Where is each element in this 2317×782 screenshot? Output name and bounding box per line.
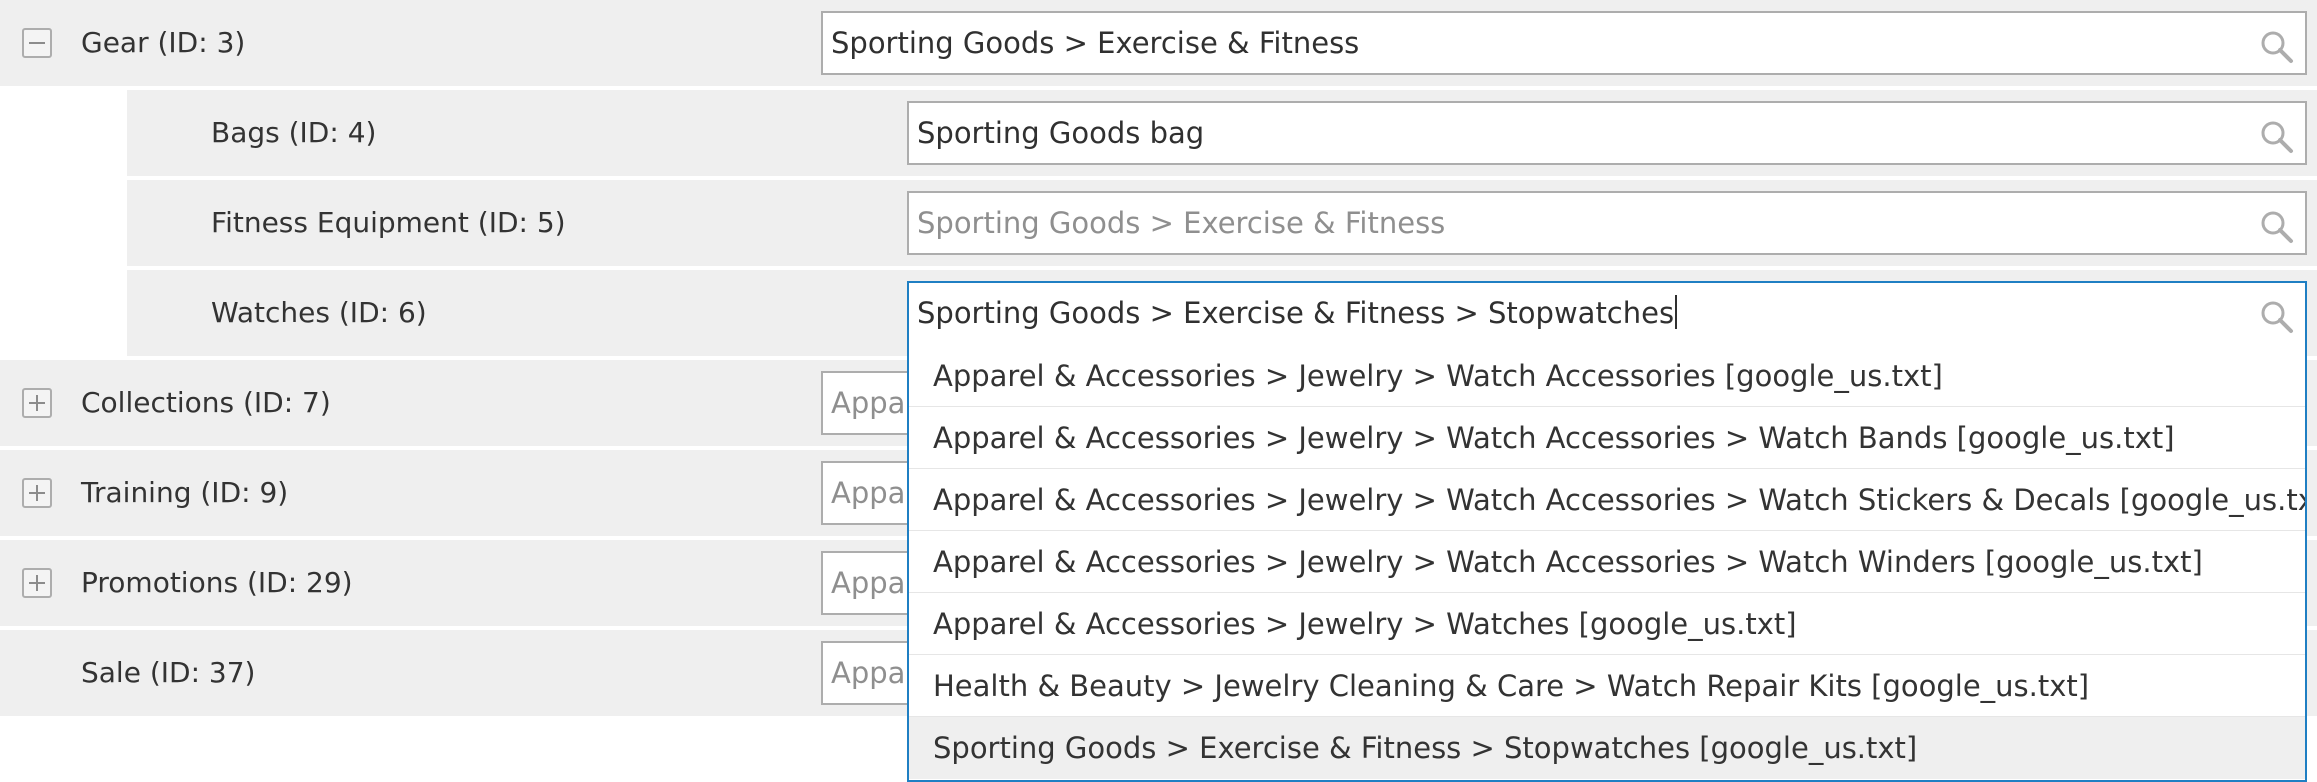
expand-toggle-icon[interactable]: [22, 388, 52, 418]
autocomplete-dropdown: Apparel & Accessories > Jewelry > Watch …: [907, 345, 2307, 782]
suggestion-item[interactable]: Apparel & Accessories > Jewelry > Watch …: [909, 469, 2305, 531]
category-label: Promotions (ID: 29): [81, 566, 353, 599]
expand-toggle-icon[interactable]: [22, 478, 52, 508]
input-placeholder: Sporting Goods > Exercise & Fitness: [917, 206, 1446, 240]
suggestion-item-highlighted[interactable]: Sporting Goods > Exercise & Fitness > St…: [909, 717, 2305, 779]
category-row-gear: Gear (ID: 3) Sporting Goods > Exercise &…: [0, 0, 2317, 90]
category-row-fitness-equipment: Fitness Equipment (ID: 5) Sporting Goods…: [127, 180, 2317, 270]
category-mapping-input[interactable]: Sporting Goods > Exercise & Fitness: [821, 11, 2307, 75]
search-icon[interactable]: [2259, 29, 2295, 65]
search-icon[interactable]: [2259, 119, 2295, 155]
category-label: Gear (ID: 3): [81, 26, 246, 59]
input-value: Sporting Goods > Exercise & Fitness: [831, 26, 1360, 60]
category-mapping-input-focused[interactable]: Sporting Goods > Exercise & Fitness > St…: [907, 281, 2307, 347]
search-icon[interactable]: [2259, 299, 2295, 335]
search-icon[interactable]: [2259, 209, 2295, 245]
suggestion-item[interactable]: Apparel & Accessories > Jewelry > Watch …: [909, 407, 2305, 469]
category-label: Sale (ID: 37): [81, 656, 256, 689]
category-row-bags: Bags (ID: 4) Sporting Goods bag: [127, 90, 2317, 180]
category-label: Watches (ID: 6): [211, 296, 427, 329]
collapse-toggle-icon[interactable]: [22, 28, 52, 58]
typed-text: Sporting Goods > Exercise & Fitness > St…: [917, 296, 1675, 330]
text-caret: [1675, 295, 1678, 329]
expand-toggle-icon[interactable]: [22, 568, 52, 598]
suggestion-item[interactable]: Apparel & Accessories > Jewelry > Watch …: [909, 531, 2305, 593]
category-label: Collections (ID: 7): [81, 386, 331, 419]
suggestion-item[interactable]: Apparel & Accessories > Jewelry > Watch …: [909, 345, 2305, 407]
category-label: Bags (ID: 4): [211, 116, 377, 149]
input-value: Sporting Goods > Exercise & Fitness > St…: [917, 295, 1678, 331]
suggestion-item[interactable]: Apparel & Accessories > Jewelry > Watche…: [909, 593, 2305, 655]
category-label: Fitness Equipment (ID: 5): [211, 206, 566, 239]
category-mapping-input[interactable]: Sporting Goods > Exercise & Fitness: [907, 191, 2307, 255]
suggestion-item[interactable]: Health & Beauty > Jewelry Cleaning & Car…: [909, 655, 2305, 717]
input-value: Sporting Goods bag: [917, 116, 1205, 150]
category-mapping-input[interactable]: Sporting Goods bag: [907, 101, 2307, 165]
category-label: Training (ID: 9): [81, 476, 289, 509]
